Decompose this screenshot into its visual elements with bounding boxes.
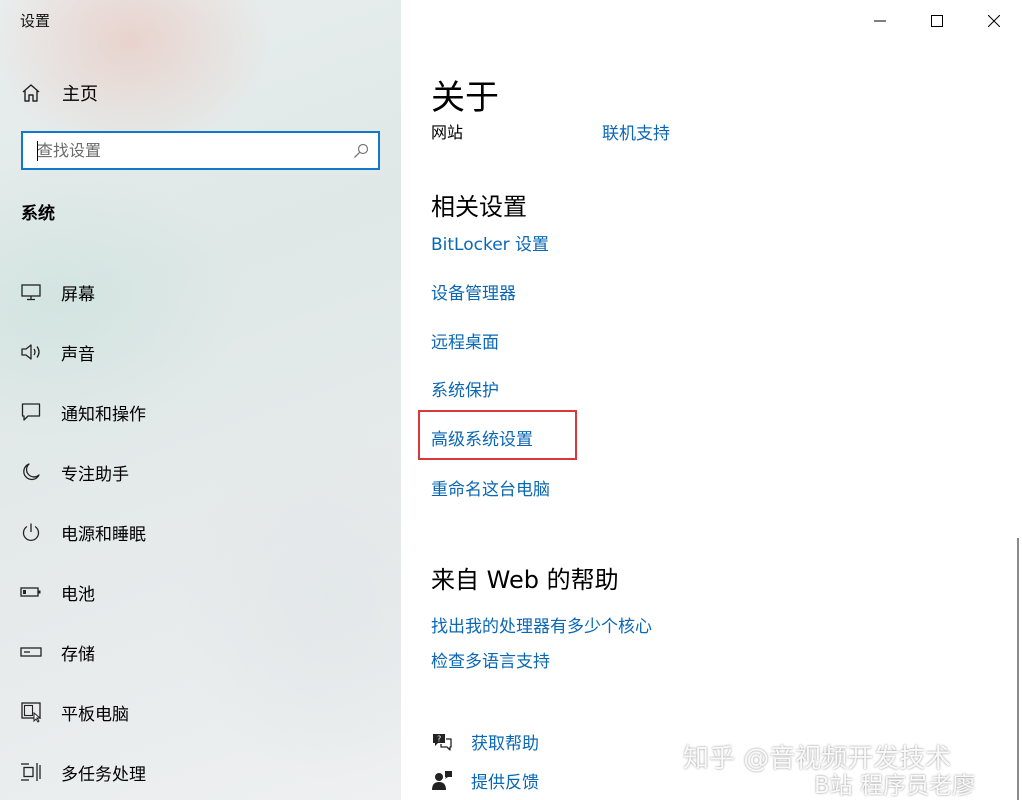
- sidebar-item-battery[interactable]: 电池: [0, 562, 401, 622]
- multitasking-icon: [20, 761, 42, 783]
- maximize-icon: [930, 15, 943, 27]
- home-icon: [22, 84, 40, 102]
- moon-icon: [20, 461, 42, 483]
- sidebar-item-sound[interactable]: 声音: [0, 322, 401, 382]
- multilanguage-support-link[interactable]: 检查多语言支持: [431, 647, 550, 672]
- maximize-button[interactable]: [908, 0, 965, 42]
- notification-icon: [20, 401, 42, 423]
- sidebar-item-storage[interactable]: 存储: [0, 622, 401, 682]
- get-help-row[interactable]: ? 获取帮助: [431, 729, 539, 754]
- close-button[interactable]: [965, 0, 1022, 42]
- sidebar-item-power-sleep[interactable]: 电源和睡眠: [0, 502, 401, 562]
- related-settings-title: 相关设置: [431, 193, 527, 221]
- battery-icon: [20, 581, 42, 603]
- display-icon: [20, 281, 42, 303]
- storage-icon: [20, 641, 42, 663]
- feedback-icon: [432, 770, 452, 790]
- rename-pc-link[interactable]: 重命名这台电脑: [431, 475, 550, 500]
- tablet-icon: [20, 701, 42, 723]
- sidebar-item-label: 屏幕: [61, 284, 95, 305]
- web-help-title: 来自 Web 的帮助: [431, 566, 619, 594]
- online-support-link[interactable]: 联机支持: [602, 119, 670, 144]
- feedback-link[interactable]: 提供反馈: [471, 768, 539, 793]
- sidebar-item-label: 电源和睡眠: [61, 524, 146, 545]
- window-controls: [851, 0, 1022, 42]
- sidebar-item-notifications[interactable]: 通知和操作: [0, 382, 401, 442]
- sidebar-item-label: 电池: [61, 584, 95, 605]
- scrollbar[interactable]: [1017, 538, 1019, 800]
- minimize-icon: [873, 20, 886, 22]
- remote-desktop-link[interactable]: 远程桌面: [431, 328, 499, 353]
- website-row: 网站 联机支持: [431, 119, 670, 144]
- sidebar-item-multitasking[interactable]: 多任务处理: [0, 742, 401, 800]
- system-protection-link[interactable]: 系统保护: [431, 376, 499, 401]
- device-manager-link[interactable]: 设备管理器: [431, 279, 516, 304]
- sidebar-item-tablet[interactable]: 平板电脑: [0, 682, 401, 742]
- speaker-icon: [20, 341, 42, 363]
- feedback-row[interactable]: 提供反馈: [431, 768, 539, 793]
- main-content: 关于 网站 联机支持 相关设置 BitLocker 设置 设备管理器 远程桌面 …: [401, 0, 1022, 800]
- minimize-button[interactable]: [851, 0, 908, 42]
- sidebar-item-label: 存储: [61, 644, 95, 665]
- bitlocker-settings-link[interactable]: BitLocker 设置: [431, 230, 549, 255]
- sidebar-item-label: 声音: [61, 344, 95, 365]
- home-label: 主页: [62, 84, 98, 105]
- advanced-system-settings-link[interactable]: 高级系统设置: [431, 425, 533, 450]
- power-icon: [20, 521, 42, 543]
- sidebar-item-label: 通知和操作: [61, 404, 146, 425]
- sidebar-item-label: 专注助手: [61, 464, 129, 485]
- search-box[interactable]: [21, 131, 380, 170]
- processor-cores-link[interactable]: 找出我的处理器有多少个核心: [431, 612, 652, 637]
- sidebar-item-focus-assist[interactable]: 专注助手: [0, 442, 401, 502]
- text-caret: [37, 141, 38, 161]
- close-icon: [987, 15, 1000, 27]
- window-title: 设置: [20, 12, 51, 30]
- section-title-system: 系统: [21, 204, 55, 224]
- website-label: 网站: [431, 123, 464, 142]
- sidebar: 设置 主页 系统 屏幕 声音: [0, 0, 401, 800]
- search-input[interactable]: [23, 133, 352, 168]
- sidebar-item-home[interactable]: 主页: [20, 80, 98, 106]
- page-title: 关于: [431, 78, 499, 118]
- svg-text:?: ?: [437, 734, 441, 743]
- sidebar-item-display[interactable]: 屏幕: [0, 262, 401, 322]
- get-help-link[interactable]: 获取帮助: [471, 729, 539, 754]
- sidebar-item-label: 平板电脑: [61, 704, 129, 725]
- sidebar-item-label: 多任务处理: [61, 764, 146, 785]
- sidebar-nav: 屏幕 声音 通知和操作 专注助手 电源和睡眠 电池 存储 平板电脑 多任务处理: [0, 262, 401, 800]
- help-chat-icon: ?: [433, 733, 452, 751]
- watermark-bilibili: B站 程序员老廖: [814, 773, 976, 799]
- search-icon[interactable]: [352, 142, 370, 160]
